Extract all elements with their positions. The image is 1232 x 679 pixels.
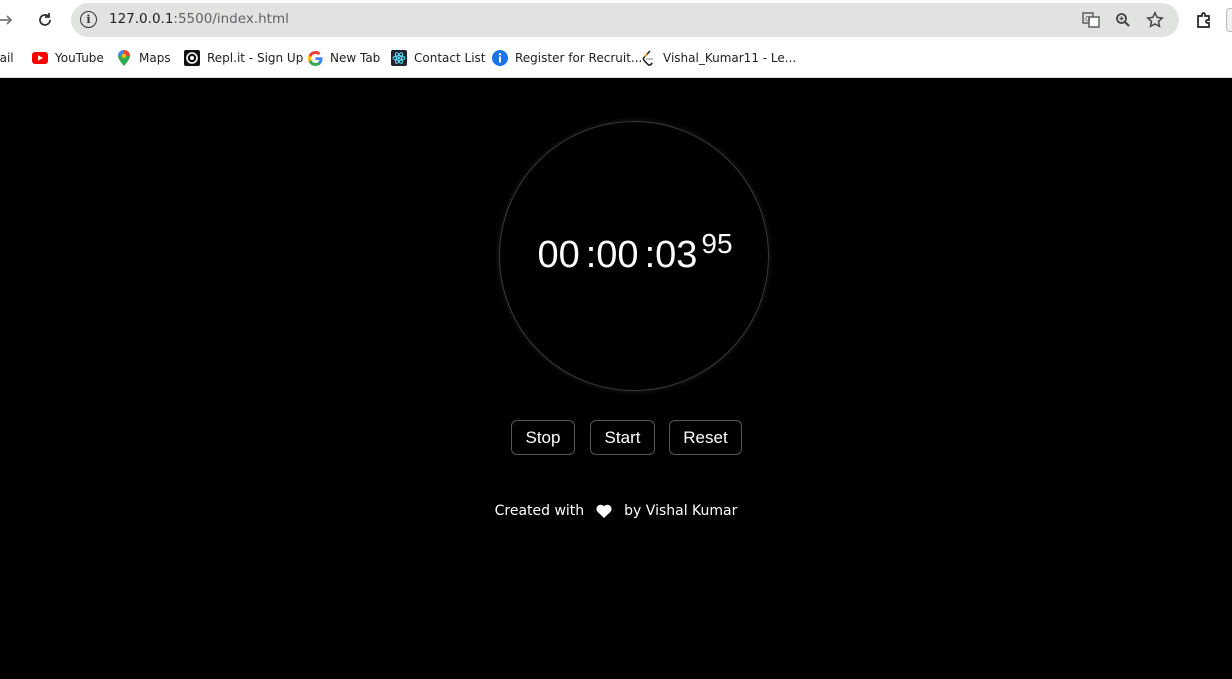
bookmark-label: New Tab bbox=[330, 51, 381, 65]
separator: : bbox=[585, 234, 597, 276]
bookmark-label: Maps bbox=[139, 51, 171, 65]
replit-icon bbox=[184, 50, 200, 66]
footer-credit: Created with by Vishal Kumar bbox=[0, 503, 1232, 519]
profile-button[interactable] bbox=[1226, 8, 1232, 32]
address-bar[interactable]: i 127.0.0.1:5500/index.html G bbox=[71, 3, 1179, 37]
bookmark-replit[interactable]: Repl.it - Sign Up bbox=[184, 49, 303, 67]
info-icon bbox=[492, 50, 508, 66]
bookmark-register-recruit[interactable]: Register for Recruit... bbox=[492, 49, 642, 67]
translate-icon[interactable]: G bbox=[1080, 9, 1102, 31]
leetcode-icon bbox=[640, 50, 656, 66]
bookmark-label: Contact List bbox=[414, 51, 486, 65]
milliseconds-value: 95 bbox=[701, 228, 733, 259]
bookmark-label: YouTube bbox=[55, 51, 104, 65]
bookmark-leetcode[interactable]: Vishal_Kumar11 - Le... bbox=[640, 49, 796, 67]
forward-icon[interactable] bbox=[0, 8, 18, 32]
seconds-value: 03 bbox=[655, 234, 698, 276]
bookmark-label: nail bbox=[0, 51, 14, 65]
google-icon bbox=[307, 50, 323, 66]
bookmark-contact-list[interactable]: Contact List bbox=[391, 49, 485, 67]
minutes-value: 00 bbox=[596, 234, 639, 276]
maps-icon bbox=[116, 50, 132, 66]
youtube-icon bbox=[32, 50, 48, 66]
site-info-icon[interactable]: i bbox=[80, 11, 97, 28]
svg-text:G: G bbox=[1085, 15, 1090, 23]
separator: : bbox=[644, 234, 656, 276]
reload-icon[interactable] bbox=[33, 8, 57, 32]
bookmark-new-tab[interactable]: New Tab bbox=[307, 49, 380, 67]
bookmark-label: Vishal_Kumar11 - Le... bbox=[663, 51, 797, 65]
reset-button[interactable]: Reset bbox=[669, 420, 742, 455]
bookmark-youtube[interactable]: YouTube bbox=[32, 49, 104, 67]
heart-icon bbox=[596, 504, 612, 518]
zoom-icon[interactable] bbox=[1112, 9, 1134, 31]
stopwatch-page: 00:00:03 95 Stop Start Reset Created with… bbox=[0, 78, 1232, 679]
bookmarks-bar: nail YouTube Maps Repl.it - Sign Up New … bbox=[0, 40, 1232, 106]
extensions-icon[interactable] bbox=[1192, 8, 1216, 32]
stopwatch-dial: 00:00:03 95 bbox=[499, 121, 769, 391]
stopwatch-display: 00:00:03 95 bbox=[500, 228, 770, 277]
browser-toolbar: i 127.0.0.1:5500/index.html G bbox=[0, 0, 1232, 40]
stop-button[interactable]: Stop bbox=[511, 420, 575, 455]
bookmark-label: Register for Recruit... bbox=[515, 51, 643, 65]
credit-suffix: by Vishal Kumar bbox=[624, 503, 738, 519]
start-button[interactable]: Start bbox=[590, 420, 655, 455]
bookmark-maps[interactable]: Maps bbox=[116, 49, 171, 67]
bookmark-gmail[interactable]: nail bbox=[0, 49, 14, 67]
url-text[interactable]: 127.0.0.1:5500/index.html bbox=[109, 11, 289, 27]
bookmark-star-icon[interactable] bbox=[1144, 9, 1166, 31]
credit-prefix: Created with bbox=[494, 503, 585, 519]
bookmark-label: Repl.it - Sign Up bbox=[207, 51, 304, 65]
hours-value: 00 bbox=[537, 234, 580, 276]
react-icon bbox=[391, 50, 407, 66]
